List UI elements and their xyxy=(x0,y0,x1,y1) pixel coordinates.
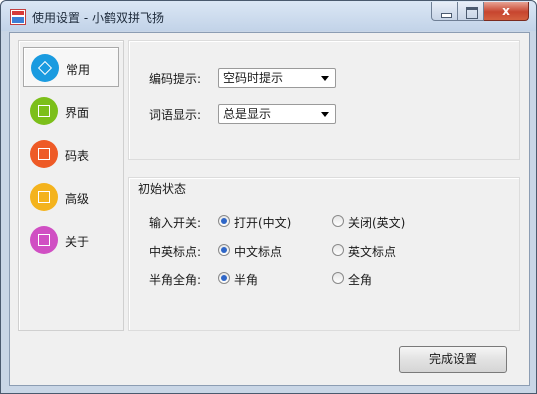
sidebar-item-code-table[interactable]: 码表 xyxy=(23,134,119,174)
radio-selected-icon xyxy=(218,272,230,284)
radio-unselected-icon xyxy=(332,272,344,284)
close-icon: x xyxy=(502,4,510,18)
word-display-value: 总是显示 xyxy=(223,107,272,121)
sidebar-item-label: 码表 xyxy=(65,149,90,163)
radio-unselected-icon xyxy=(332,215,344,227)
width-label: 半角全角: xyxy=(149,273,202,287)
sidebar-item-advanced[interactable]: 高级 xyxy=(23,177,119,217)
advanced-icon xyxy=(30,183,58,211)
radio-label: 关闭(英文) xyxy=(348,216,406,230)
sidebar-item-common[interactable]: 常用 xyxy=(23,47,119,87)
word-display-select[interactable]: 总是显示 xyxy=(218,104,336,124)
code-table-icon xyxy=(30,140,58,168)
client-area: 常用 界面 码表 高级 关于 编码提示: 空码时提示 词语显示: 总是显示 初始… xyxy=(9,32,530,386)
radio-selected-icon xyxy=(218,244,230,256)
code-hint-value: 空码时提示 xyxy=(223,71,284,85)
interface-icon xyxy=(30,97,58,125)
radio-label: 打开(中文) xyxy=(234,216,292,230)
about-icon xyxy=(30,226,58,254)
sidebar: 常用 界面 码表 高级 关于 xyxy=(18,40,124,331)
sidebar-item-interface[interactable]: 界面 xyxy=(23,91,119,131)
chevron-down-icon xyxy=(321,112,329,117)
radio-label: 中文标点 xyxy=(234,245,283,259)
window-title: 使用设置 - 小鹤双拼飞扬 xyxy=(32,11,164,25)
chevron-down-icon xyxy=(321,76,329,81)
radio-unselected-icon xyxy=(332,244,344,256)
app-icon xyxy=(10,9,26,25)
code-hint-label: 编码提示: xyxy=(149,72,202,86)
sidebar-item-label: 高级 xyxy=(65,192,90,206)
code-hint-select[interactable]: 空码时提示 xyxy=(218,68,336,88)
sidebar-item-about[interactable]: 关于 xyxy=(23,220,119,260)
minimize-button[interactable] xyxy=(431,2,458,21)
display-settings-panel xyxy=(128,40,520,160)
title-bar: 使用设置 - 小鹤双拼飞扬 x xyxy=(1,1,536,31)
maximize-button[interactable] xyxy=(458,2,484,21)
radio-selected-icon xyxy=(218,215,230,227)
initial-state-title: 初始状态 xyxy=(137,180,188,197)
radio-label: 全角 xyxy=(348,273,373,287)
punctuation-label: 中英标点: xyxy=(149,245,202,259)
sidebar-item-label: 界面 xyxy=(65,106,90,120)
sidebar-item-label: 常用 xyxy=(66,63,91,77)
word-display-label: 词语显示: xyxy=(149,108,202,122)
finish-settings-button[interactable]: 完成设置 xyxy=(399,346,507,373)
window-controls: x xyxy=(431,2,529,21)
sidebar-item-label: 关于 xyxy=(65,235,90,249)
radio-label: 英文标点 xyxy=(348,245,397,259)
input-switch-label: 输入开关: xyxy=(149,216,202,230)
close-button[interactable]: x xyxy=(484,2,529,21)
settings-window: 使用设置 - 小鹤双拼飞扬 x 常用 界面 码表 高级 关于 编码提示: 空码时… xyxy=(0,0,537,394)
common-icon xyxy=(31,54,59,82)
radio-label: 半角 xyxy=(234,273,259,287)
